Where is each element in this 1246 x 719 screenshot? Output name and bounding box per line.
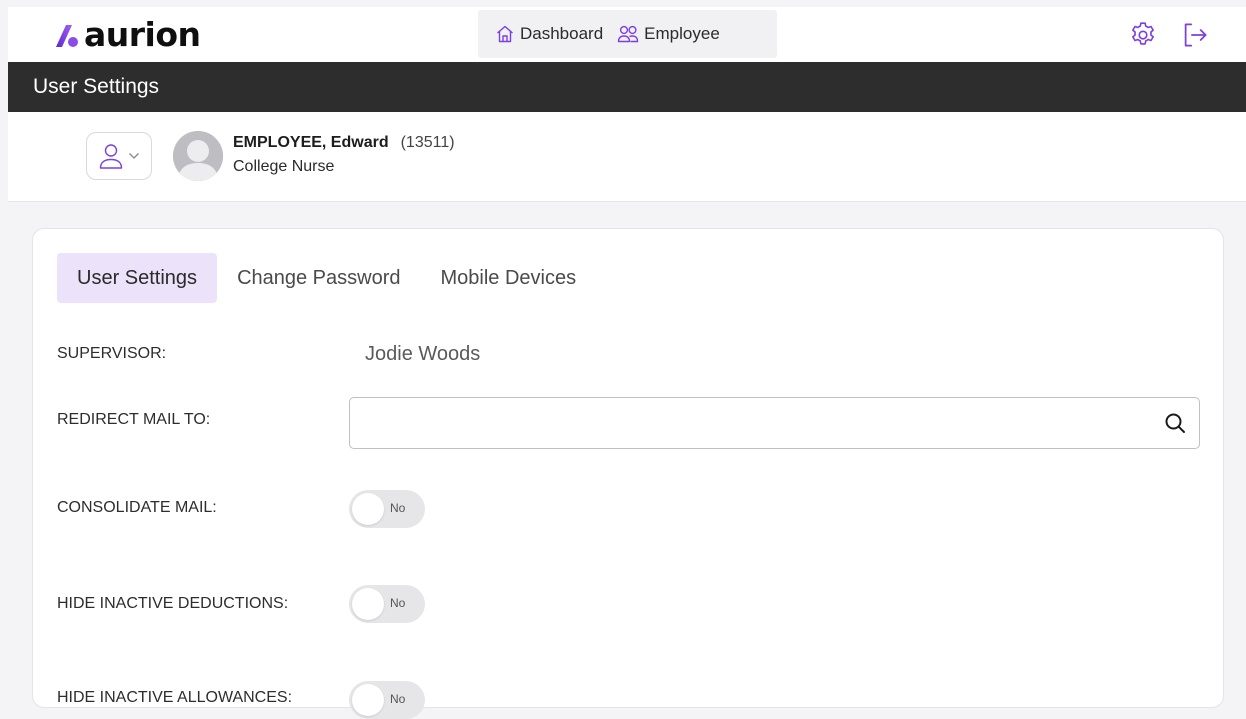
settings-card: User Settings Change Password Mobile Dev… [32,228,1224,719]
employee-name: EMPLOYEE, Edward [233,134,389,151]
toggle-knob [352,588,384,620]
hide-inactive-allowances-toggle[interactable]: No [349,681,425,719]
tab-mobile-devices[interactable]: Mobile Devices [421,253,597,303]
home-icon [497,25,513,43]
user-icon [99,144,123,169]
chevron-down-icon [129,153,139,159]
page-title: User Settings [33,75,160,98]
employee-id: (13511) [400,134,455,151]
supervisor-value: Jodie Woods [365,343,481,365]
toggle-state: No [390,596,406,610]
logo-mark-icon [56,25,78,47]
users-icon [617,25,639,43]
hide-inactive-deductions-label: HIDE INACTIVE DEDUCTIONS: [57,595,289,612]
supervisor-label: SUPERVISOR: [57,345,167,362]
nav-dashboard[interactable]: Dashboard [495,24,603,44]
hide-inactive-allowances-label: HIDE INACTIVE ALLOWANCES: [57,689,293,706]
aurion-logo[interactable]: aurion [52,17,201,53]
gear-icon[interactable] [1128,20,1158,50]
tab-change-password[interactable]: Change Password [217,253,420,303]
logout-icon[interactable] [1180,20,1210,50]
settings-tabs: User Settings Change Password Mobile Dev… [57,253,596,303]
nav-dashboard-label: Dashboard [520,24,604,43]
toggle-state: No [390,692,406,706]
toggle-state: No [390,501,406,515]
consolidate-mail-toggle[interactable]: No [349,490,425,528]
employee-name-line: EMPLOYEE, Edward (13511) [233,134,455,152]
employee-switch-button[interactable] [86,132,152,180]
main-nav: Dashboard Employee [478,10,777,58]
tab-user-settings[interactable]: User Settings [57,253,218,303]
avatar-placeholder-icon [173,131,223,181]
toggle-knob [352,684,384,716]
search-icon[interactable] [1163,411,1187,435]
logo-text: aurion [84,15,201,54]
redirect-mail-label: REDIRECT MAIL TO: [57,411,211,428]
avatar [173,131,223,181]
nav-employee-label: Employee [644,24,720,43]
page-title-bar: User Settings [8,62,1246,112]
toggle-knob [352,493,384,525]
consolidate-mail-label: CONSOLIDATE MAIL: [57,499,217,516]
redirect-mail-input[interactable] [350,398,1140,448]
redirect-mail-field [349,397,1200,449]
employee-header: EMPLOYEE, Edward (13511) College Nurse [8,112,1246,202]
hide-inactive-deductions-toggle[interactable]: No [349,585,425,623]
nav-employee[interactable]: Employee [617,24,720,44]
top-navbar: aurion Dashboard Employee [8,7,1246,62]
employee-role: College Nurse [233,158,335,175]
top-actions [1128,20,1210,50]
